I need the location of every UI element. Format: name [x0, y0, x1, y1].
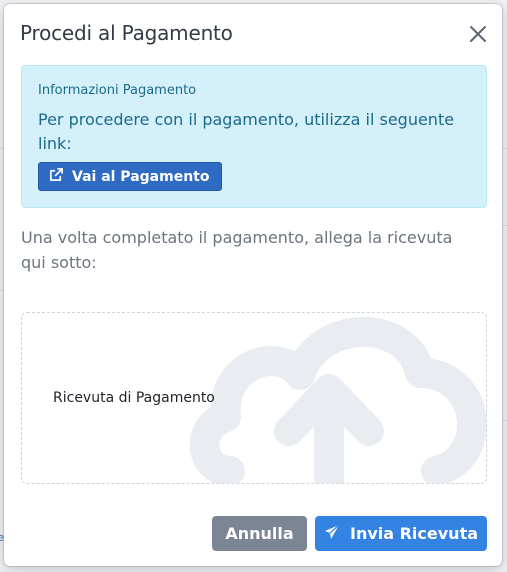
go-to-payment-button[interactable]: Vai al Pagamento [38, 162, 223, 191]
close-icon[interactable] [468, 24, 488, 44]
upload-instructions: Una volta completato il pagamento, alleg… [21, 228, 453, 272]
info-heading: Informazioni Pagamento [38, 83, 197, 98]
background-divider [502, 225, 507, 226]
background-divider [502, 148, 507, 149]
receipt-upload-dropzone[interactable]: Ricevuta di Pagamento [21, 312, 487, 484]
payment-modal: Procedi al Pagamento Informazioni Pagame… [4, 4, 502, 566]
upload-label: Ricevuta di Pagamento [53, 390, 215, 406]
payment-info-alert: Informazioni Pagamento Per procedere con… [21, 65, 487, 208]
cancel-button[interactable]: Annulla [212, 516, 307, 551]
paper-plane-icon [324, 524, 340, 544]
modal-title: Procedi al Pagamento [20, 21, 233, 45]
send-receipt-button[interactable]: Invia Ricevuta [315, 516, 487, 551]
background-divider [502, 420, 507, 421]
cloud-upload-icon [190, 317, 486, 483]
go-to-payment-label: Vai al Pagamento [72, 168, 210, 185]
info-text: Per procedere con il pagamento, utilizza… [38, 110, 455, 153]
external-link-icon [49, 167, 64, 186]
modal-header: Procedi al Pagamento [4, 4, 502, 64]
send-receipt-label: Invia Ricevuta [349, 524, 479, 543]
